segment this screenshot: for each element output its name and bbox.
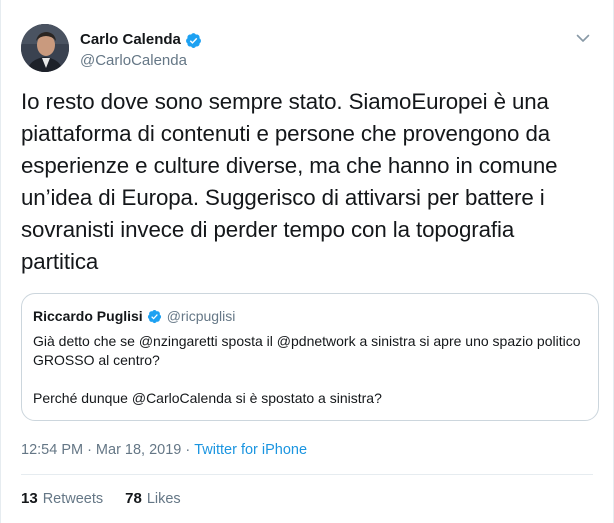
meta-separator: · xyxy=(185,442,191,458)
quoted-tweet-header: Riccardo Puglisi @ricpuglisi xyxy=(33,306,235,326)
avatar[interactable] xyxy=(21,24,69,72)
likes-label: Likes xyxy=(146,491,181,507)
retweets-count: 13 xyxy=(21,490,38,507)
likes-count: 78 xyxy=(125,490,142,507)
quoted-tweet-text: Già detto che se @nzingaretti sposta il … xyxy=(33,332,589,408)
retweets-label: Retweets xyxy=(42,491,104,507)
verified-badge-icon xyxy=(147,309,161,323)
tweet-meta: 12:54 PM · Mar 18, 2019 · Twitter for iP… xyxy=(21,440,307,460)
tweet-stats: 13 Retweets 78 Likes xyxy=(21,490,203,507)
chevron-down-icon[interactable] xyxy=(575,30,591,46)
author-handle[interactable]: @CarloCalenda xyxy=(80,51,202,71)
tweet-time[interactable]: 12:54 PM xyxy=(21,440,83,460)
tweet-date[interactable]: Mar 18, 2019 xyxy=(96,440,181,460)
author-names: Carlo Calenda @CarloCalenda xyxy=(80,30,202,71)
divider xyxy=(21,474,593,475)
profile-photo-icon xyxy=(21,24,69,72)
display-name-row: Carlo Calenda xyxy=(80,30,202,50)
likes-stat[interactable]: 78 Likes xyxy=(125,490,181,507)
meta-separator: · xyxy=(87,442,92,458)
quoted-tweet-paragraph: Già detto che se @nzingaretti sposta il … xyxy=(33,333,581,368)
quoted-tweet-paragraph: Perché dunque @CarloCalenda si è spostat… xyxy=(33,390,382,406)
tweet-source-link[interactable]: Twitter for iPhone xyxy=(194,440,307,460)
retweets-stat[interactable]: 13 Retweets xyxy=(21,490,103,507)
tweet-card: Carlo Calenda @CarloCalenda Io resto dov… xyxy=(0,0,614,523)
quoted-author-display-name: Riccardo Puglisi xyxy=(33,308,143,324)
author-display-name[interactable]: Carlo Calenda xyxy=(80,30,181,50)
tweet-text: Io resto dove sono sempre stato. SiamoEu… xyxy=(21,89,558,274)
quoted-tweet[interactable]: Riccardo Puglisi @ricpuglisi Già detto c… xyxy=(21,293,599,421)
quoted-author-handle: @ricpuglisi xyxy=(166,308,236,324)
tweet-header: Carlo Calenda @CarloCalenda xyxy=(21,24,593,74)
verified-badge-icon xyxy=(185,32,201,48)
